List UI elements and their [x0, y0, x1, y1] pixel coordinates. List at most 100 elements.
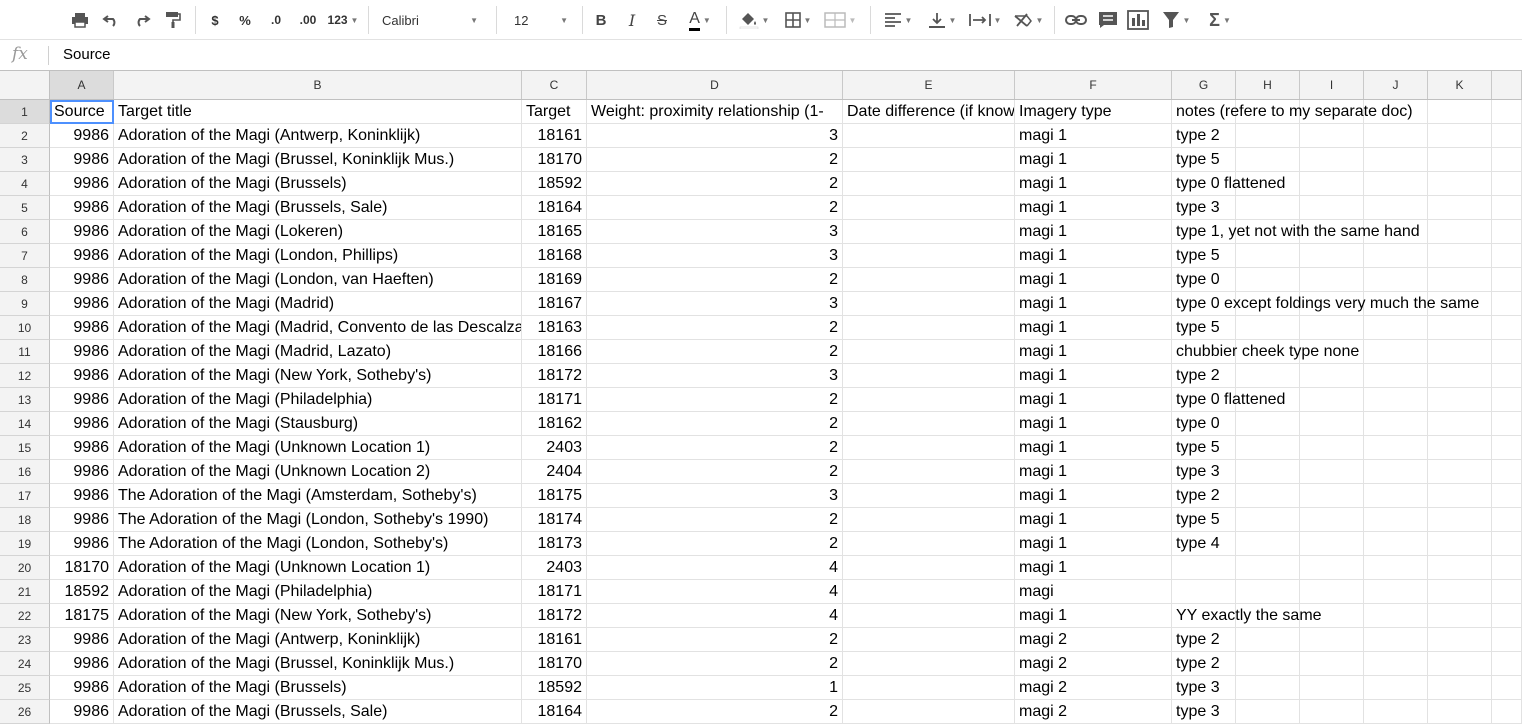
table-cell[interactable]: Adoration of the Magi (London, Phillips) — [114, 244, 522, 268]
table-cell[interactable]: type 3 — [1172, 700, 1236, 724]
table-cell[interactable]: Adoration of the Magi (Brussels) — [114, 172, 522, 196]
table-cell[interactable]: 18175 — [50, 604, 114, 628]
row-header[interactable]: 7 — [0, 244, 50, 268]
table-cell[interactable] — [1428, 604, 1492, 628]
table-cell[interactable]: 4 — [587, 580, 843, 604]
row-header[interactable]: 13 — [0, 388, 50, 412]
table-cell[interactable] — [1364, 700, 1428, 724]
text-wrapping-button[interactable]: ▼ — [964, 8, 1006, 32]
table-cell[interactable] — [1172, 556, 1236, 580]
table-cell[interactable]: magi 1 — [1015, 172, 1172, 196]
table-cell[interactable]: 9986 — [50, 364, 114, 388]
table-cell[interactable] — [843, 652, 1015, 676]
insert-chart-icon[interactable] — [1125, 8, 1151, 32]
table-cell[interactable] — [1492, 436, 1522, 460]
table-cell[interactable] — [1300, 460, 1364, 484]
table-cell[interactable]: Adoration of the Magi (Brussels, Sale) — [114, 700, 522, 724]
font-family-dropdown[interactable]: Calibri ▼ — [376, 8, 484, 32]
format-percent-button[interactable]: % — [234, 8, 256, 32]
table-cell[interactable] — [1428, 412, 1492, 436]
table-cell[interactable] — [1364, 388, 1428, 412]
table-cell[interactable] — [843, 484, 1015, 508]
column-header-g[interactable]: G — [1172, 71, 1236, 99]
table-cell[interactable]: magi 2 — [1015, 652, 1172, 676]
table-cell[interactable]: magi 2 — [1015, 628, 1172, 652]
table-cell[interactable]: 18172 — [522, 364, 587, 388]
table-cell[interactable] — [1428, 364, 1492, 388]
table-cell[interactable] — [1300, 484, 1364, 508]
table-cell[interactable]: type 2 — [1172, 364, 1236, 388]
table-cell[interactable]: Adoration of the Magi (Unknown Location … — [114, 460, 522, 484]
table-cell[interactable]: magi 2 — [1015, 700, 1172, 724]
table-cell[interactable] — [1236, 148, 1300, 172]
table-cell[interactable]: Adoration of the Magi (Philadelphia) — [114, 388, 522, 412]
table-cell[interactable]: magi 1 — [1015, 124, 1172, 148]
table-cell[interactable]: 9986 — [50, 172, 114, 196]
font-size-dropdown[interactable]: 12 ▼ — [508, 8, 574, 32]
table-cell[interactable]: type 2 — [1172, 484, 1236, 508]
table-cell[interactable] — [1492, 148, 1522, 172]
functions-button[interactable]: Σ ▼ — [1200, 8, 1240, 32]
table-cell[interactable]: 3 — [587, 220, 843, 244]
table-cell[interactable]: magi 1 — [1015, 412, 1172, 436]
table-cell[interactable]: 18161 — [522, 628, 587, 652]
table-cell[interactable] — [843, 628, 1015, 652]
table-cell[interactable] — [1236, 460, 1300, 484]
table-cell[interactable] — [1236, 556, 1300, 580]
table-cell[interactable]: magi 1 — [1015, 340, 1172, 364]
table-cell[interactable]: 9986 — [50, 196, 114, 220]
italic-button[interactable]: I — [621, 8, 643, 32]
table-cell[interactable]: type 5 — [1172, 148, 1236, 172]
table-cell[interactable] — [1492, 484, 1522, 508]
table-cell[interactable]: 18171 — [522, 388, 587, 412]
table-cell[interactable] — [1364, 604, 1428, 628]
table-cell[interactable] — [1300, 556, 1364, 580]
table-cell[interactable] — [843, 460, 1015, 484]
table-cell[interactable] — [1492, 460, 1522, 484]
table-cell[interactable]: 3 — [587, 484, 843, 508]
table-cell[interactable]: 9986 — [50, 268, 114, 292]
table-cell[interactable]: 9986 — [50, 676, 114, 700]
table-cell[interactable] — [1364, 316, 1428, 340]
table-cell[interactable]: 2 — [587, 268, 843, 292]
table-cell[interactable] — [1300, 196, 1364, 220]
row-header[interactable]: 22 — [0, 604, 50, 628]
table-cell[interactable]: magi 1 — [1015, 508, 1172, 532]
table-cell[interactable] — [1428, 652, 1492, 676]
table-cell[interactable]: 18161 — [522, 124, 587, 148]
table-cell[interactable] — [1300, 700, 1364, 724]
fill-color-button[interactable]: ▼ — [734, 8, 774, 32]
header-cell[interactable]: Target — [522, 100, 587, 124]
table-cell[interactable]: 9986 — [50, 292, 114, 316]
insert-link-icon[interactable] — [1063, 8, 1089, 32]
table-cell[interactable]: Adoration of the Magi (Madrid, Lazato) — [114, 340, 522, 364]
table-cell[interactable] — [1236, 628, 1300, 652]
table-cell[interactable] — [1428, 124, 1492, 148]
table-cell[interactable] — [843, 316, 1015, 340]
table-cell[interactable]: 2 — [587, 436, 843, 460]
table-cell[interactable]: 2 — [587, 508, 843, 532]
table-cell[interactable] — [1364, 436, 1428, 460]
table-cell[interactable] — [1236, 196, 1300, 220]
table-cell[interactable]: type 5 — [1172, 316, 1236, 340]
row-header[interactable]: 20 — [0, 556, 50, 580]
table-cell[interactable] — [1492, 316, 1522, 340]
select-all-corner[interactable] — [0, 71, 50, 99]
row-header[interactable]: 15 — [0, 436, 50, 460]
decrease-decimal-button[interactable]: .0 — [262, 8, 290, 32]
table-cell[interactable]: 18162 — [522, 412, 587, 436]
table-cell[interactable]: 2 — [587, 700, 843, 724]
table-cell[interactable] — [1428, 628, 1492, 652]
header-cell[interactable]: notes (refere to my separate doc) — [1172, 100, 1413, 124]
table-cell[interactable]: magi 1 — [1015, 148, 1172, 172]
table-cell[interactable]: type 0 flattened — [1172, 172, 1285, 196]
table-cell[interactable]: 18170 — [50, 556, 114, 580]
table-cell[interactable]: 9986 — [50, 388, 114, 412]
more-formats-button[interactable]: 123 ▼ — [325, 8, 361, 32]
table-cell[interactable]: 18173 — [522, 532, 587, 556]
table-cell[interactable]: 18592 — [522, 676, 587, 700]
filter-button[interactable]: ▼ — [1155, 8, 1197, 32]
row-header[interactable]: 24 — [0, 652, 50, 676]
table-cell[interactable]: type 0 except foldings very much the sam… — [1172, 292, 1479, 316]
table-cell[interactable]: 9986 — [50, 700, 114, 724]
